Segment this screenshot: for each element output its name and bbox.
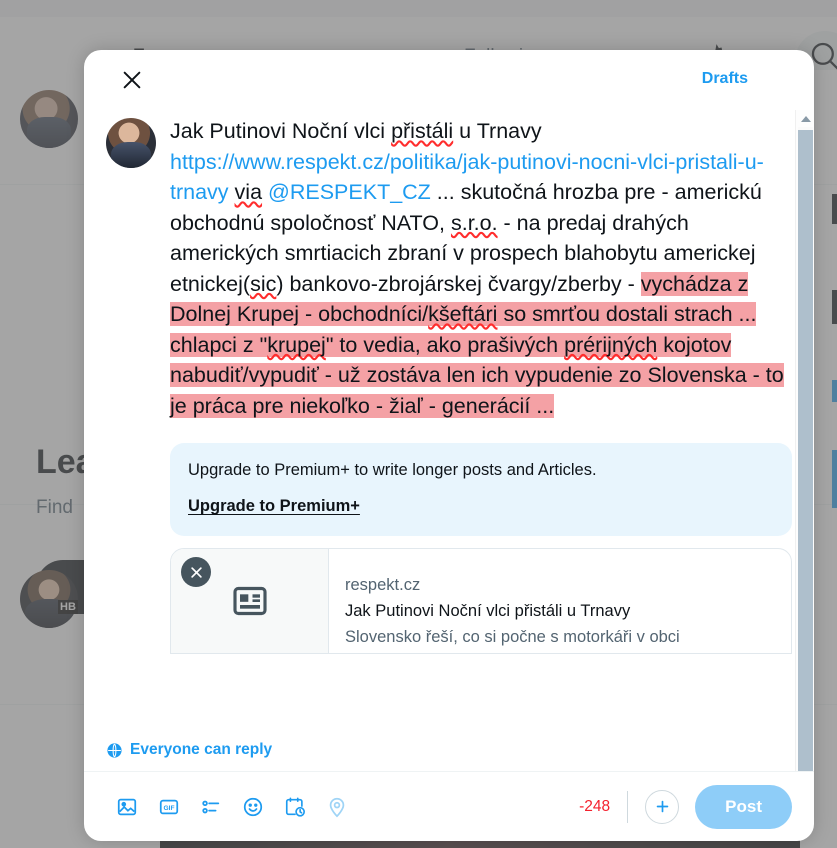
dialog-body: Jak Putinovi Noční vlci přistáli u Trnav… [84,110,814,771]
close-icon[interactable] [114,62,150,98]
globe-icon [107,742,122,758]
plus-icon[interactable] [645,789,680,824]
compose-post-dialog: Drafts Jak Putinovi Noční vlci přistáli … [84,50,814,841]
premium-message: Upgrade to Premium+ to write longer post… [188,461,597,479]
reply-scope-button[interactable]: Everyone can reply [106,741,272,771]
dialog-scrollbar[interactable] [795,110,814,771]
schedule-icon[interactable] [274,786,316,828]
composer-row: Jak Putinovi Noční vlci přistáli u Trnav… [106,116,792,421]
premium-upsell-box: Upgrade to Premium+ to write longer post… [170,443,792,536]
link-card-title: Jak Putinovi Noční vlci přistáli u Trnav… [345,602,631,620]
media-icon[interactable] [106,786,148,828]
post-text-segment-17: " to vedia, ako prašivých [325,332,565,357]
avatar[interactable] [106,118,156,168]
post-text-segment-9: s.r.o. [450,210,498,235]
toolbar-divider [627,790,629,823]
post-text-segment-12: ) bankovo-zbrojárskej čvargy/zberby - [276,271,641,296]
post-text-segment-14: kšeftári [428,302,498,326]
character-count: -248 [579,797,611,815]
drafts-button[interactable]: Drafts [702,70,748,88]
post-text-segment-1: přistáli [391,119,454,143]
post-text-segment-7: @RESPEKT_CZ [268,180,431,204]
post-text-segment-18: prérijných [564,332,658,357]
post-text-editor[interactable]: Jak Putinovi Noční vlci přistáli u Trnav… [170,116,792,421]
link-preview-card[interactable]: respekt.cz Jak Putinovi Noční vlci přist… [170,548,792,654]
link-card-meta: respekt.cz Jak Putinovi Noční vlci přist… [329,549,791,653]
scroll-up-arrow-icon[interactable] [796,110,814,127]
gif-icon[interactable]: GIF [148,786,190,828]
dialog-header: Drafts [84,50,814,110]
post-text-segment-11: sic [250,271,277,296]
post-text-segment-5: via [234,180,263,204]
link-card-description: Slovensko řeší, co si počne s motorkáři … [345,628,680,646]
poll-icon[interactable] [190,786,232,828]
close-icon[interactable] [181,557,211,587]
location-icon[interactable] [316,786,358,828]
article-placeholder-icon [232,586,267,616]
link-card-domain: respekt.cz [345,576,421,594]
scrollbar-thumb[interactable] [798,130,813,771]
link-card-thumbnail [171,549,329,653]
composer-toolbar: GIF -248 Post [84,771,814,841]
emoji-icon[interactable] [232,786,274,828]
toolbar-right-group: -248 Post [579,784,792,829]
post-text-segment-2: u Trnavy [453,119,542,143]
svg-text:GIF: GIF [164,805,175,812]
reply-scope-label: Everyone can reply [130,741,273,758]
page-root: For you Following Lea Find [0,0,837,848]
post-text-segment-0: Jak Putinovi Noční vlci [170,119,392,143]
post-text-segment-16: krupej [267,332,326,357]
post-button[interactable]: Post [695,784,792,829]
upgrade-to-premium-link[interactable]: Upgrade to Premium+ [188,497,360,516]
